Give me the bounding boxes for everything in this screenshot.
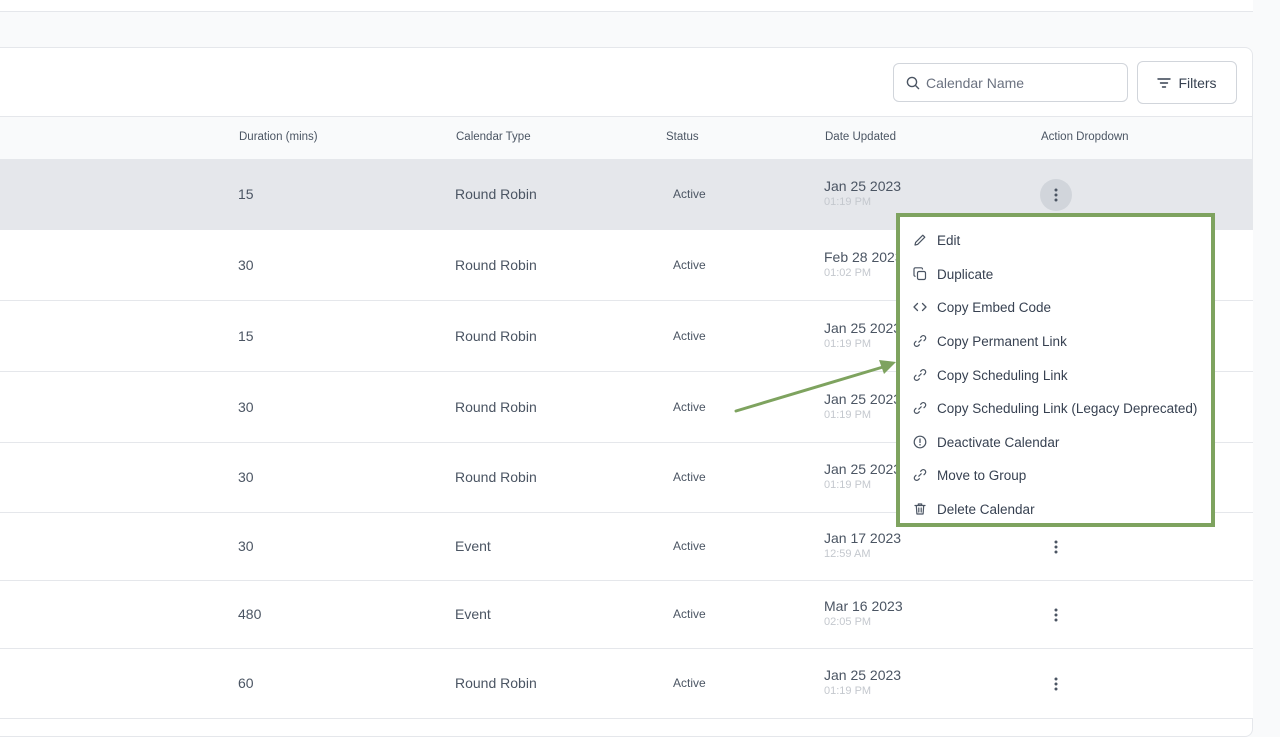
menu-item-label: Move to Group bbox=[937, 467, 1027, 483]
calendar-type-cell: Event bbox=[455, 606, 491, 622]
date-updated-cell: Jan 25 2023 01:19 PM bbox=[824, 461, 901, 491]
date-text: Jan 25 2023 bbox=[824, 391, 902, 407]
time-text: 02:05 PM bbox=[824, 616, 872, 628]
action-dropdown-button[interactable] bbox=[1040, 668, 1072, 700]
status-cell: Active bbox=[673, 676, 706, 690]
action-dropdown-button[interactable] bbox=[1040, 531, 1072, 563]
menu-item-label: Duplicate bbox=[937, 266, 994, 282]
calendar-type-cell: Round Robin bbox=[455, 399, 537, 415]
link-icon bbox=[913, 469, 927, 481]
column-header-duration[interactable]: Duration (mins) bbox=[239, 131, 318, 143]
column-header-date-updated[interactable]: Date Updated bbox=[825, 131, 896, 143]
date-text: Jan 25 2023 bbox=[824, 667, 902, 683]
date-text: Jan 25 2023 bbox=[824, 178, 902, 194]
filter-icon bbox=[1157, 77, 1172, 88]
menu-item-duplicate[interactable]: Duplicate bbox=[912, 262, 993, 286]
calendar-type-cell: Round Robin bbox=[455, 186, 537, 202]
menu-item-edit[interactable]: Edit bbox=[912, 228, 960, 252]
column-header-status[interactable]: Status bbox=[666, 131, 699, 143]
duration-cell: 15 bbox=[238, 186, 254, 202]
time-text: 12:59 AM bbox=[824, 548, 871, 560]
menu-item-copy-embed-code[interactable]: Copy Embed Code bbox=[912, 295, 1051, 319]
status-cell: Active bbox=[673, 539, 706, 553]
date-updated-cell: Jan 25 2023 01:19 PM bbox=[824, 667, 901, 697]
link-icon bbox=[913, 369, 927, 381]
menu-item-copy-scheduling-link[interactable]: Copy Scheduling Link bbox=[912, 363, 1068, 387]
calendar-type-cell: Round Robin bbox=[455, 257, 537, 273]
table-row[interactable]: 60 Round Robin Active Jan 25 2023 01:19 PM bbox=[0, 649, 1253, 719]
status-cell: Active bbox=[673, 607, 706, 621]
duration-cell: 30 bbox=[238, 538, 254, 554]
copy-icon bbox=[913, 267, 927, 281]
menu-item-label: Copy Scheduling Link bbox=[937, 367, 1068, 383]
pencil-icon bbox=[914, 234, 926, 246]
status-cell: Active bbox=[673, 329, 706, 343]
trash-icon bbox=[914, 503, 926, 515]
date-updated-cell: Jan 25 2023 01:19 PM bbox=[824, 178, 901, 208]
menu-item-label: Copy Permanent Link bbox=[937, 333, 1067, 349]
date-text: Feb 28 2023 bbox=[824, 249, 903, 265]
time-text: 01:19 PM bbox=[824, 338, 872, 350]
more-vertical-icon bbox=[1054, 540, 1058, 554]
search-box[interactable] bbox=[893, 63, 1128, 102]
search-input[interactable] bbox=[926, 74, 1116, 91]
link-icon bbox=[913, 402, 927, 414]
duration-cell: 30 bbox=[238, 257, 254, 273]
column-header-calendar-type[interactable]: Calendar Type bbox=[456, 131, 531, 143]
menu-item-deactivate-calendar[interactable]: Deactivate Calendar bbox=[912, 430, 1059, 454]
date-text: Mar 16 2023 bbox=[824, 598, 903, 614]
alert-circle-icon bbox=[913, 435, 927, 449]
date-updated-cell: Mar 16 2023 02:05 PM bbox=[824, 598, 903, 628]
more-vertical-icon bbox=[1054, 608, 1058, 622]
menu-item-label: Deactivate Calendar bbox=[937, 434, 1060, 450]
calendar-type-cell: Event bbox=[455, 538, 491, 554]
time-text: 01:02 PM bbox=[824, 267, 872, 279]
table-header: Duration (mins) Calendar Type Status Dat… bbox=[0, 116, 1252, 160]
menu-item-delete-calendar[interactable]: Delete Calendar bbox=[912, 497, 1035, 521]
duration-cell: 480 bbox=[238, 606, 262, 622]
duration-cell: 30 bbox=[238, 469, 254, 485]
menu-item-copy-scheduling-link-legacy[interactable]: Copy Scheduling Link (Legacy Deprecated) bbox=[912, 396, 1197, 420]
calendar-type-cell: Round Robin bbox=[455, 328, 537, 344]
time-text: 01:19 PM bbox=[824, 196, 872, 208]
duration-cell: 60 bbox=[238, 675, 254, 691]
duration-cell: 30 bbox=[238, 399, 254, 415]
code-icon bbox=[913, 302, 927, 312]
duration-cell: 15 bbox=[238, 328, 254, 344]
time-text: 01:19 PM bbox=[824, 479, 872, 491]
time-text: 01:19 PM bbox=[824, 409, 872, 421]
link-icon bbox=[913, 335, 927, 347]
column-header-action-dropdown: Action Dropdown bbox=[1041, 131, 1129, 143]
date-text: Jan 25 2023 bbox=[824, 461, 902, 477]
date-text: Jan 25 2023 bbox=[824, 320, 902, 336]
status-cell: Active bbox=[673, 400, 706, 414]
date-updated-cell: Jan 25 2023 01:19 PM bbox=[824, 391, 901, 421]
menu-item-label: Delete Calendar bbox=[937, 501, 1035, 517]
action-dropdown-button[interactable] bbox=[1040, 179, 1072, 211]
more-vertical-icon bbox=[1054, 677, 1058, 691]
calendar-type-cell: Round Robin bbox=[455, 675, 537, 691]
menu-item-label: Edit bbox=[937, 232, 961, 248]
more-vertical-icon bbox=[1054, 188, 1058, 202]
filters-label: Filters bbox=[1178, 74, 1217, 91]
menu-item-copy-permanent-link[interactable]: Copy Permanent Link bbox=[912, 329, 1067, 353]
filters-button[interactable]: Filters bbox=[1137, 61, 1237, 104]
action-dropdown-button[interactable] bbox=[1040, 599, 1072, 631]
status-cell: Active bbox=[673, 187, 706, 201]
menu-item-label: Copy Scheduling Link (Legacy Deprecated) bbox=[937, 400, 1198, 416]
calendar-type-cell: Round Robin bbox=[455, 469, 537, 485]
time-text: 01:19 PM bbox=[824, 685, 872, 697]
date-updated-cell: Jan 25 2023 01:19 PM bbox=[824, 320, 901, 350]
menu-item-label: Copy Embed Code bbox=[937, 299, 1052, 315]
top-bar bbox=[0, 0, 1253, 12]
status-cell: Active bbox=[673, 258, 706, 272]
action-dropdown-menu: Edit Duplicate Copy Embed Code Copy Perm… bbox=[896, 213, 1215, 527]
search-icon bbox=[906, 76, 920, 89]
table-row[interactable]: 480 Event Active Mar 16 2023 02:05 PM bbox=[0, 581, 1253, 649]
menu-item-move-to-group[interactable]: Move to Group bbox=[912, 463, 1026, 487]
status-cell: Active bbox=[673, 470, 706, 484]
date-text: Jan 17 2023 bbox=[824, 530, 902, 546]
date-updated-cell: Feb 28 2023 01:02 PM bbox=[824, 249, 903, 279]
date-updated-cell: Jan 17 2023 12:59 AM bbox=[824, 530, 901, 560]
